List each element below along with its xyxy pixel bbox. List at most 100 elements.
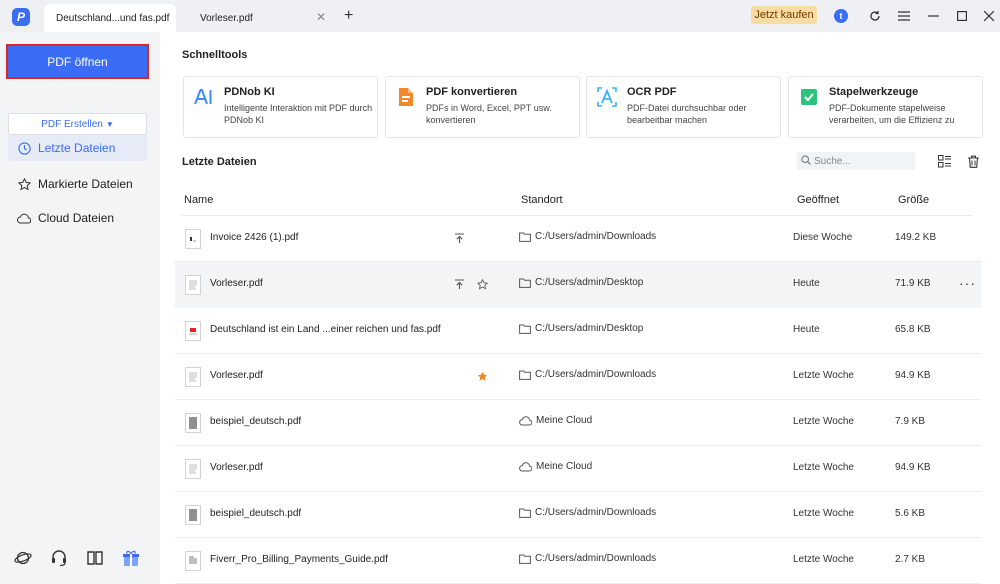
info-icon[interactable]: t [832, 7, 850, 25]
table-row[interactable]: Invoice 2426 (1).pdf C:/Users/admin/Downl… [175, 216, 981, 262]
location-text: C:/Users/admin/Downloads [535, 231, 657, 242]
file-opened: Letzte Woche [793, 508, 854, 519]
buy-now-button[interactable]: Jetzt kaufen [751, 6, 817, 24]
column-header-name[interactable]: Name [184, 194, 213, 206]
star-icon[interactable] [475, 277, 489, 291]
file-name: beispiel_deutsch.pdf [210, 508, 302, 519]
menu-icon[interactable] [895, 7, 913, 25]
file-name: Vorleser.pdf [210, 462, 263, 473]
table-row[interactable]: Vorleser.pdf C:/Users/admin/Downloads Letz… [175, 354, 981, 400]
table-row[interactable]: Vorleser.pdf Meine Cloud Letzte Woche 94.9 … [175, 446, 981, 492]
file-name: Deutschland ist ein Land ...einer reiche… [210, 324, 441, 335]
tool-card-ai[interactable]: PDNob KI Intelligente Interaktion mit PD… [183, 76, 378, 138]
search-box [797, 152, 915, 170]
column-header-opened[interactable]: Geöffnet [797, 194, 839, 206]
tab-document-2[interactable]: Vorleser.pdf ✕ [188, 4, 336, 32]
sidebar-item-recent[interactable]: Letzte Dateien [8, 135, 147, 161]
table-row[interactable]: beispiel_deutsch.pdf C:/Users/admin/Downl… [175, 492, 981, 538]
pdf-thumbnail-icon [185, 275, 201, 295]
star-icon [16, 177, 32, 191]
column-header-location[interactable]: Standort [521, 194, 563, 206]
headset-icon[interactable] [48, 547, 69, 568]
pin-icon[interactable] [452, 231, 466, 245]
view-toggle-icon[interactable] [937, 154, 951, 168]
file-opened: Heute [793, 324, 820, 335]
tool-card-batch[interactable]: Stapelwerkzeuge PDF-Dokumente stapelweis… [788, 76, 983, 138]
folder-icon [519, 324, 531, 334]
create-pdf-button[interactable]: PDF Erstellen ▼ [8, 113, 147, 135]
sidebar-item-label: Cloud Dateien [38, 211, 115, 225]
close-icon[interactable]: ✕ [316, 10, 326, 24]
file-location: C:/Users/admin/Downloads [519, 369, 656, 380]
pdf-thumbnail-icon [185, 551, 201, 571]
close-window-icon[interactable] [980, 7, 998, 25]
tool-card-ocr[interactable]: OCR PDF PDF-Datei durchsuchbar oder bear… [586, 76, 781, 138]
minimize-icon[interactable] [924, 7, 942, 25]
file-name: Vorleser.pdf [210, 370, 263, 381]
table-row[interactable]: Deutschland ist ein Land ...einer reiche… [175, 308, 981, 354]
file-size: 94.9 KB [895, 370, 931, 381]
pdf-thumbnail-icon [185, 459, 201, 479]
file-size: 2.7 KB [895, 554, 926, 565]
sidebar-footer [12, 547, 141, 568]
tool-desc: Intelligente Interaktion mit PDF durch P… [224, 103, 373, 125]
file-location: Meine Cloud [519, 461, 592, 472]
location-text: C:/Users/admin/Downloads [535, 507, 657, 518]
more-options-icon[interactable]: ··· [959, 275, 976, 291]
tab-title: Vorleser.pdf [200, 12, 253, 24]
folder-icon [519, 370, 531, 380]
file-size: 94.9 KB [895, 462, 931, 473]
pdf-thumbnail-icon [185, 321, 201, 341]
open-pdf-button[interactable]: PDF öffnen [6, 44, 149, 79]
location-text: C:/Users/admin/Desktop [535, 277, 644, 288]
cloud-icon [519, 461, 532, 472]
cloud-icon [519, 415, 532, 426]
clock-icon [16, 141, 32, 155]
maximize-icon[interactable] [953, 7, 971, 25]
planet-icon[interactable] [12, 547, 33, 568]
table-row[interactable]: Vorleser.pdf C:/Users/admin/Desktop Heute 7… [175, 262, 981, 308]
caret-down-icon: ▼ [105, 119, 114, 129]
create-pdf-label: PDF Erstellen [41, 118, 103, 130]
star-filled-icon[interactable] [475, 369, 489, 383]
search-icon [801, 154, 811, 168]
location-text: Meine Cloud [536, 461, 593, 472]
folder-icon [519, 508, 531, 518]
gift-icon[interactable] [120, 547, 141, 568]
app-logo-icon: P [12, 8, 30, 26]
pin-icon[interactable] [452, 277, 466, 291]
book-icon[interactable] [84, 547, 105, 568]
file-location: C:/Users/admin/Downloads [519, 553, 656, 564]
sidebar: PDF öffnen PDF Erstellen ▼ Letzte Dateie… [0, 32, 160, 584]
location-text: C:/Users/admin/Downloads [535, 553, 657, 564]
new-tab-icon[interactable]: + [344, 7, 353, 25]
convert-icon [396, 87, 416, 107]
trash-icon[interactable] [966, 154, 980, 168]
tool-card-convert[interactable]: PDF konvertieren PDFs in Word, Excel, PP… [385, 76, 580, 138]
sidebar-item-cloud[interactable]: Cloud Dateien [8, 205, 147, 231]
location-text: C:/Users/admin/Desktop [535, 323, 644, 334]
pdf-thumbnail-icon [185, 413, 201, 433]
recent-files-heading: Letzte Dateien [182, 156, 257, 168]
batch-icon [799, 87, 819, 107]
sidebar-item-label: Letzte Dateien [38, 141, 116, 155]
sidebar-item-label: Markierte Dateien [38, 177, 133, 191]
table-row[interactable]: beispiel_deutsch.pdf Meine Cloud Letzte Wo… [175, 400, 981, 446]
tool-desc: PDF-Datei durchsuchbar oder bearbeitbar … [627, 103, 747, 125]
folder-icon [519, 278, 531, 288]
file-opened: Heute [793, 278, 820, 289]
table-row[interactable]: Fiverr_Pro_Billing_Payments_Guide.pdf C:/… [175, 538, 981, 584]
tool-title: Stapelwerkzeuge [829, 86, 919, 98]
column-header-size[interactable]: Größe [898, 194, 929, 206]
tab-document-1[interactable]: Deutschland...und fas.pdf [44, 4, 176, 32]
sidebar-item-starred[interactable]: Markierte Dateien [8, 171, 147, 197]
pdf-thumbnail-icon [185, 367, 201, 387]
file-name: Invoice 2426 (1).pdf [210, 232, 299, 243]
tab-title: Deutschland...und fas.pdf [56, 12, 170, 24]
file-size: 7.9 KB [895, 416, 926, 427]
search-input[interactable] [814, 155, 910, 167]
pdf-thumbnail-icon [185, 505, 201, 525]
location-text: C:/Users/admin/Downloads [535, 369, 657, 380]
tool-title: PDNob KI [224, 86, 275, 98]
refresh-icon[interactable] [866, 7, 884, 25]
